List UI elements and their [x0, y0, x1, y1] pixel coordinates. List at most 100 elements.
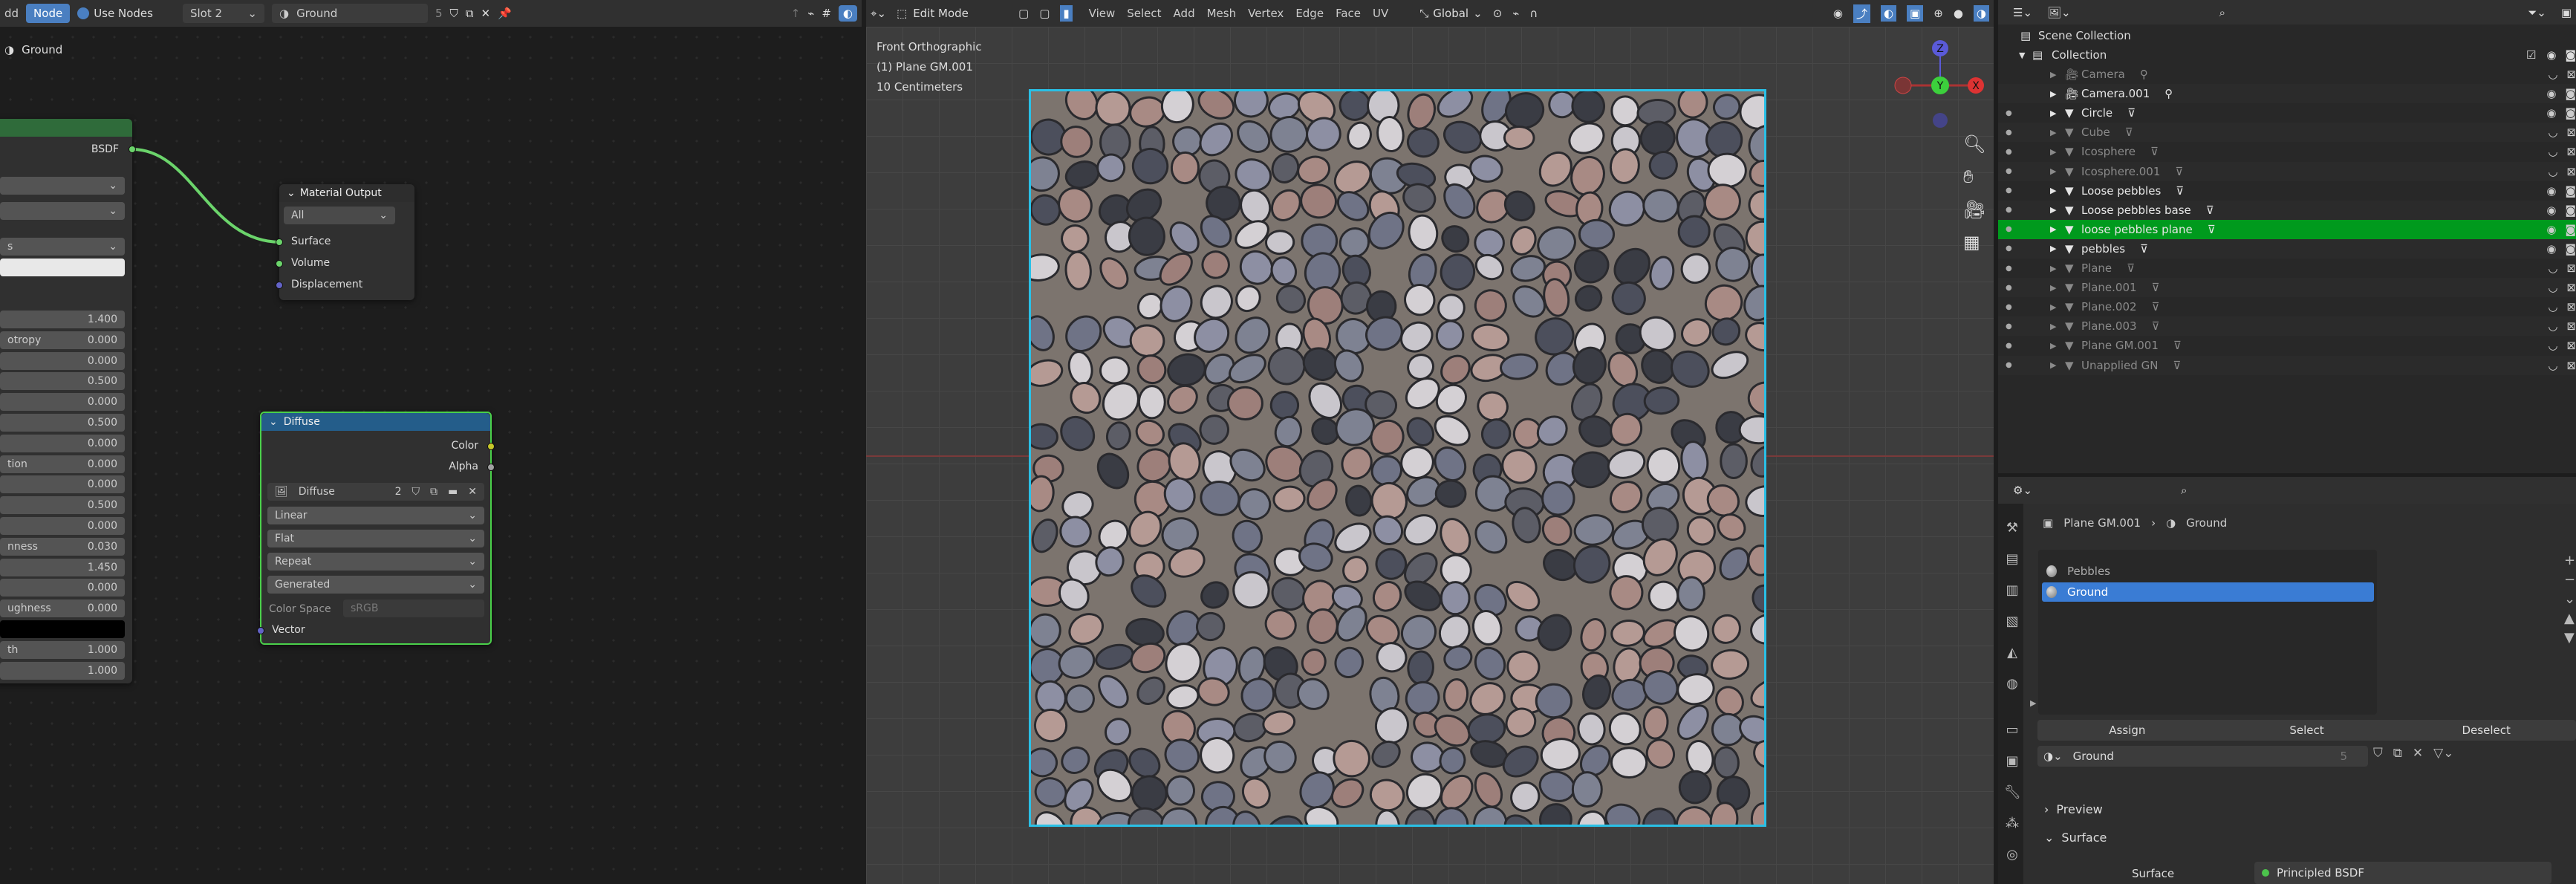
camera-render-icon[interactable]: ⊠ [2566, 261, 2576, 275]
pan-hand-icon[interactable]: ✋︎ [1963, 166, 1985, 187]
link-mesh-icon[interactable]: ▽⌄ [2433, 746, 2453, 761]
outliner-item[interactable]: ● ▶ ▼ Loose pebbles ⊽ ◉ ◙ [1998, 181, 2576, 201]
volume-socket[interactable] [276, 260, 283, 267]
new-collection-icon[interactable]: ▣ [2561, 6, 2572, 19]
preview-panel-header[interactable]: › Preview [2044, 802, 2103, 816]
eye-closed-icon[interactable]: ◡ [2548, 281, 2557, 294]
expand-arrow-icon[interactable]: ▶ [2050, 244, 2065, 253]
camera-render-icon[interactable]: ◙ [2565, 87, 2576, 100]
principled-dropdown[interactable]: ⌄ [0, 177, 125, 195]
interpolation-dropdown[interactable]: Linear ⌄ [267, 507, 484, 524]
edit-dot-icon[interactable]: ● [2006, 361, 2050, 369]
material-shading-icon[interactable]: ◑ [1973, 5, 1989, 22]
edit-dot-icon[interactable]: ● [2006, 225, 2050, 233]
edit-dot-icon[interactable]: ● [2006, 322, 2050, 331]
camera-render-icon[interactable]: ◙ [2565, 204, 2576, 217]
outliner-item[interactable]: ● ▶ ▼ Cube ⊽ ◡ ⊠ [1998, 123, 2576, 143]
color-socket[interactable] [487, 443, 495, 450]
eye-closed-icon[interactable]: ◡ [2548, 359, 2557, 372]
overlay-icon[interactable]: ◐ [1880, 5, 1897, 22]
expand-arrow-icon[interactable]: ▶ [2050, 224, 2065, 234]
camera-render-icon[interactable]: ⊠ [2566, 319, 2576, 333]
edge-select-icon[interactable]: ▢ [1039, 7, 1050, 20]
deselect-button[interactable]: Deselect [2396, 720, 2576, 741]
eye-closed-icon[interactable]: ◡ [2548, 300, 2557, 313]
add-slot-icon[interactable]: + [2564, 551, 2575, 571]
extension-dropdown[interactable]: Repeat ⌄ [267, 553, 484, 571]
editor-type-icon[interactable]: ⚙⌄ [2013, 484, 2032, 497]
expand-arrow-icon[interactable]: ▶ [2050, 360, 2065, 370]
close-icon[interactable]: ✕ [2413, 746, 2423, 761]
duplicate-icon[interactable]: ⧉ [430, 486, 438, 498]
gizmo-icon[interactable]: ⤴ [1853, 4, 1870, 23]
principled-input-field[interactable]: 0.000 [0, 351, 125, 370]
color-space-dropdown[interactable]: sRGB [343, 599, 484, 617]
edit-dot-icon[interactable]: ● [2006, 342, 2050, 350]
menu-view[interactable]: View [1083, 7, 1122, 20]
diffuse-image-node[interactable]: ⌄ Diffuse Color Alpha 🖼 Diffuse 2 ⛉ ⧉ ▬ ✕ Linea… [257, 412, 495, 645]
outliner-item[interactable]: ● ▶ ▼ pebbles ⊽ ◉ ◙ [1998, 238, 2576, 259]
pivot-icon[interactable]: ⊙ [1493, 7, 1503, 20]
xray-icon[interactable]: ▣ [1907, 5, 1924, 22]
eye-closed-icon[interactable]: ◡ [2548, 165, 2557, 178]
modifier-icon[interactable]: 🔧︎ [2004, 784, 2021, 801]
outliner-collection[interactable]: ▼ ▤ Collection ☑ ◉ ◙ [1998, 45, 2576, 65]
principled-input-field[interactable]: s ⌄ [0, 238, 125, 256]
camera-render-icon[interactable]: ⊠ [2566, 359, 2576, 372]
proportional-icon[interactable]: ∩ [1529, 7, 1538, 20]
camera-render-icon[interactable]: ◙ [2565, 242, 2576, 256]
camera-render-icon[interactable]: ◙ [2565, 223, 2576, 236]
menu-uv[interactable]: UV [1367, 7, 1394, 20]
eye-closed-icon[interactable]: ◡ [2548, 319, 2557, 333]
expand-arrow-icon[interactable]: ▶ [2050, 147, 2065, 157]
particles-icon[interactable]: ⁂ [2004, 816, 2020, 832]
move-up-icon[interactable]: ▲ [2564, 609, 2575, 628]
edit-dot-icon[interactable]: ● [2006, 206, 2050, 214]
expand-arrow-icon[interactable]: ▶ [2050, 108, 2065, 118]
camera-view-icon[interactable]: 🎥︎ [1963, 199, 1985, 220]
slot-menu-icon[interactable]: ⌄ [2564, 590, 2575, 609]
visibility-icon[interactable]: ◉ [1833, 7, 1843, 20]
eye-closed-icon[interactable]: ◡ [2548, 261, 2557, 275]
eye-icon[interactable]: ◉ [2546, 184, 2556, 198]
outliner-item[interactable]: ● ▶ ▼ Plane.001 ⊽ ◡ ⊠ [1998, 278, 2576, 298]
principled-input-field[interactable]: nness 0.030 [0, 537, 125, 556]
collection-icon[interactable]: ▭ [2004, 722, 2020, 738]
expand-arrow-icon[interactable]: ▶ [2050, 283, 2065, 293]
camera-render-icon[interactable]: ⊠ [2566, 145, 2576, 158]
expand-arrow-icon[interactable]: ▼ [2019, 51, 2032, 60]
eye-closed-icon[interactable]: ◡ [2548, 339, 2557, 352]
outliner-item[interactable]: ● ▶ ▼ Circle ⊽ ◉ ◙ [1998, 103, 2576, 123]
physics-icon[interactable]: ◎ [2004, 847, 2020, 863]
edit-dot-icon[interactable]: ● [2006, 109, 2050, 117]
principled-input-field[interactable]: 0.500 [0, 372, 125, 391]
wireframe-shading-icon[interactable]: ⊕ [1933, 7, 1943, 20]
zoom-icon[interactable]: 🔍︎ [1963, 134, 1985, 155]
expand-icon[interactable]: ▶ [2030, 698, 2036, 708]
camera-render-icon[interactable]: ⊠ [2566, 339, 2576, 352]
surface-panel-header[interactable]: ⌄ Surface [2044, 831, 2107, 845]
principled-input-field[interactable]: 0.000 [0, 475, 125, 494]
outliner-item[interactable]: ▶ 🎥︎ Camera ⚲ ◡ ⊠ [1998, 65, 2576, 84]
menu-face[interactable]: Face [1330, 7, 1367, 20]
displacement-socket[interactable] [276, 282, 283, 289]
edit-dot-icon[interactable]: ● [2006, 244, 2050, 253]
camera-render-icon[interactable]: ◙ [2565, 184, 2576, 198]
eye-closed-icon[interactable]: ◡ [2548, 126, 2557, 139]
source-dropdown[interactable]: Generated ⌄ [267, 576, 484, 594]
eye-closed-icon[interactable]: ◡ [2548, 68, 2557, 81]
outliner-item[interactable]: ● ▶ ▼ Loose pebbles base ⊽ ◉ ◙ [1998, 200, 2576, 220]
outliner-item[interactable]: ● ▶ ▼ Unapplied GN ⊽ ◡ ⊠ [1998, 355, 2576, 375]
menu-add[interactable]: Add [1168, 7, 1201, 20]
expand-arrow-icon[interactable]: ▶ [2050, 128, 2065, 137]
move-down-icon[interactable]: ▼ [2564, 628, 2575, 648]
principled-input-field[interactable]: 0.500 [0, 414, 125, 432]
camera-render-icon[interactable]: ⊠ [2566, 165, 2576, 178]
collapse-icon[interactable]: ⌄ [287, 187, 296, 199]
folder-icon[interactable]: ▬ [448, 486, 458, 498]
navigation-gizmo[interactable]: Z Y X [1887, 37, 1991, 134]
outliner-item[interactable]: ● ▶ ▼ Plane.002 ⊽ ◡ ⊠ [1998, 297, 2576, 317]
camera-render-icon[interactable]: ◙ [2565, 48, 2576, 62]
edit-dot-icon[interactable]: ● [2006, 167, 2050, 175]
outliner-item[interactable]: ▶ 🎥︎ Camera.001 ⚲ ◉ ◙ [1998, 84, 2576, 104]
